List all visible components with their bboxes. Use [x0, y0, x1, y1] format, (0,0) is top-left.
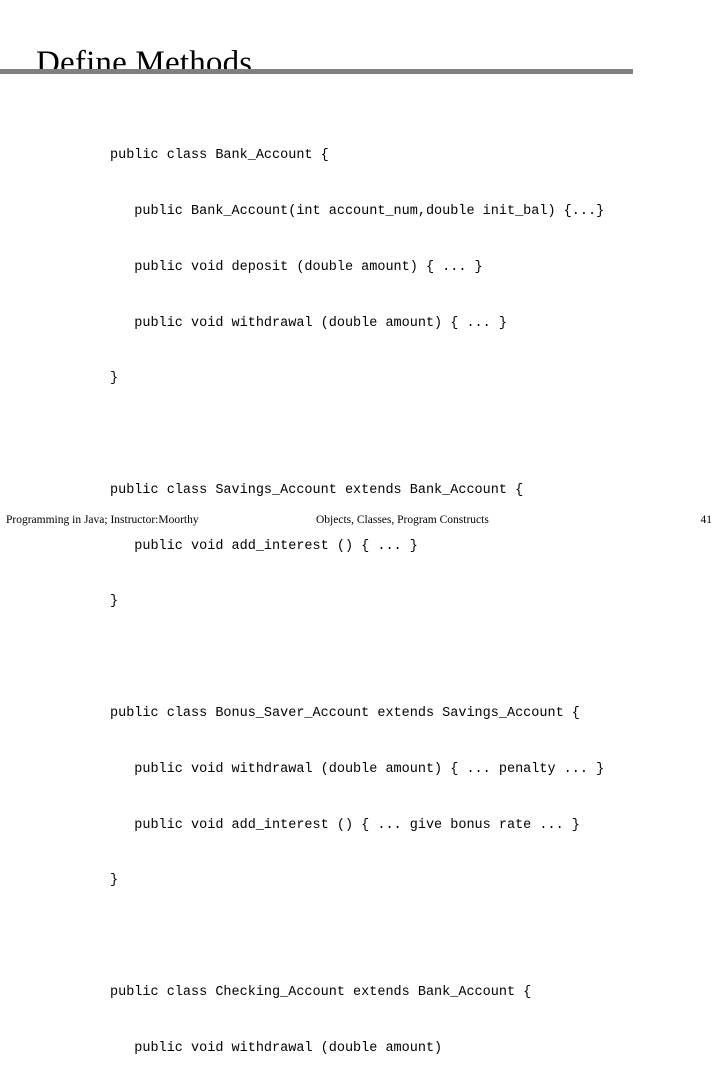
footer-page-number: 41	[700, 514, 713, 526]
code-line: public class Bank_Account {	[110, 148, 329, 164]
code-block-bank-account: public class Bank_Account { public Bank_…	[110, 110, 710, 426]
code-line: public class Checking_Account extends Ba…	[110, 984, 532, 1000]
code-content-area: public class Bank_Account { public Bank_…	[110, 110, 710, 1080]
code-line: public void withdrawal (double amount) {…	[110, 761, 605, 777]
code-block-bonus-saver-account: public class Bonus_Saver_Account extends…	[110, 668, 710, 928]
footer-course-info: Programming in Java; Instructor:Moorthy	[6, 514, 199, 526]
code-line: public class Savings_Account extends Ban…	[110, 482, 524, 498]
code-line: }	[110, 594, 119, 610]
code-line: }	[110, 873, 119, 889]
footer-topic: Objects, Classes, Program Constructs	[316, 514, 489, 526]
code-line: public void deposit (double amount) { ..…	[110, 259, 483, 275]
code-block-checking-account: public class Checking_Account extends Ba…	[110, 947, 710, 1080]
page-title: Define Methods	[36, 45, 253, 82]
slide-canvas: Define Methods public class Bank_Account…	[0, 0, 720, 1056]
code-line: public void withdrawal (double amount) {…	[110, 315, 507, 331]
code-line: public class Bonus_Saver_Account extends…	[110, 706, 580, 721]
code-line: public void add_interest () { ... }	[110, 538, 418, 554]
code-line: public void withdrawal (double amount)	[110, 1040, 443, 1056]
code-line: public Bank_Account(int account_num,doub…	[110, 203, 605, 219]
title-divider-rule	[0, 69, 633, 74]
code-line: public void add_interest () { ... give b…	[110, 817, 580, 833]
code-line: }	[110, 371, 119, 387]
code-block-savings-account: public class Savings_Account extends Ban…	[110, 445, 710, 650]
